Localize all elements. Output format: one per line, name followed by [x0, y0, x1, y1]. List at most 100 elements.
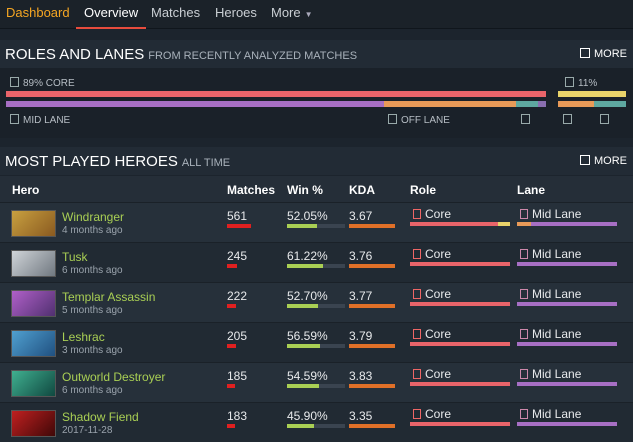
hero-lane-text: Mid Lane [532, 327, 582, 341]
lane-icon [600, 114, 609, 124]
safe-lane-icon [521, 114, 534, 126]
table-row[interactable]: Leshrac 3 months ago 205 56.59% 3.79 Cor… [0, 322, 633, 362]
role-bar [410, 302, 510, 306]
hero-lane-text: Mid Lane [532, 407, 582, 421]
mid-lane-icon [520, 369, 528, 379]
support-icon [565, 77, 574, 87]
matches-bar [227, 264, 237, 268]
hero-role: Core [413, 327, 451, 341]
hero-name[interactable]: Templar Assassin [62, 290, 155, 304]
lane-icon [521, 114, 530, 124]
lane-bar [517, 262, 617, 266]
winrate-bar [287, 384, 319, 388]
role-bar [410, 222, 510, 226]
roles-subtitle: FROM RECENTLY ANALYZED MATCHES [148, 50, 358, 62]
hero-matches: 245 [227, 249, 248, 263]
lane-bar [517, 422, 617, 426]
mid-lane-label: MID LANE [10, 114, 70, 126]
core-bar [6, 91, 546, 97]
mid-lane-icon [520, 329, 528, 339]
col-win[interactable]: Win % [287, 183, 323, 197]
hero-winrate: 52.05% [287, 209, 328, 223]
table-row[interactable]: Shadow Fiend 2017-11-28 183 45.90% 3.35 … [0, 402, 633, 442]
hero-portrait[interactable] [11, 210, 56, 237]
roles-more-button[interactable]: MORE [580, 48, 627, 60]
role-bar [410, 262, 510, 266]
tab-heroes[interactable]: Heroes [215, 0, 257, 27]
hero-kda: 3.83 [349, 369, 373, 383]
hero-last-played: 6 months ago [62, 265, 123, 276]
role-bar [410, 422, 510, 426]
more-icon [580, 48, 590, 58]
chevron-down-icon: ▼ [304, 10, 313, 19]
kda-bar [349, 344, 395, 348]
tab-more-label: More [271, 5, 301, 20]
hero-portrait[interactable] [11, 290, 56, 317]
support-label: 11% [565, 77, 597, 89]
core-icon [413, 329, 421, 339]
roles-more-label: MORE [594, 48, 627, 60]
hero-name[interactable]: Windranger [62, 210, 124, 224]
hero-matches: 561 [227, 209, 248, 223]
heroes-more-button[interactable]: MORE [580, 155, 627, 167]
hero-lane: Mid Lane [520, 207, 581, 221]
hero-portrait[interactable] [11, 410, 56, 437]
support-off-bar [558, 101, 594, 107]
lane-bar-off-tip [517, 222, 531, 226]
support-bar [558, 91, 626, 97]
tab-more[interactable]: More ▼ [271, 0, 313, 27]
hero-portrait[interactable] [11, 330, 56, 357]
col-lane[interactable]: Lane [517, 183, 545, 197]
matches-bar [227, 224, 251, 228]
more-icon [580, 155, 590, 165]
top-nav: Dashboard Overview Matches Heroes More ▼ [0, 0, 633, 29]
core-icon [413, 369, 421, 379]
hero-portrait[interactable] [11, 250, 56, 277]
hero-lane: Mid Lane [520, 407, 581, 421]
matches-bar [227, 304, 236, 308]
support-label-text: 11% [578, 78, 598, 89]
core-label-text: 89% CORE [23, 78, 75, 89]
table-row[interactable]: Tusk 6 months ago 245 61.22% 3.76 Core M… [0, 242, 633, 282]
col-hero[interactable]: Hero [12, 183, 39, 197]
hero-portrait[interactable] [11, 370, 56, 397]
hero-lane: Mid Lane [520, 367, 581, 381]
lane-bar [517, 382, 617, 386]
hero-kda: 3.79 [349, 329, 373, 343]
col-matches[interactable]: Matches [227, 183, 275, 197]
hero-last-played: 5 months ago [62, 305, 123, 316]
hero-name[interactable]: Leshrac [62, 330, 105, 344]
hero-role: Core [413, 247, 451, 261]
hero-winrate: 56.59% [287, 329, 328, 343]
nav-dashboard[interactable]: Dashboard [6, 0, 70, 27]
lane-bar [517, 342, 617, 346]
table-row[interactable]: Windranger 4 months ago 561 52.05% 3.67 … [0, 202, 633, 242]
col-role[interactable]: Role [410, 183, 436, 197]
hero-lane: Mid Lane [520, 287, 581, 301]
mid-lane-bar [6, 101, 384, 107]
kda-bar [349, 384, 395, 388]
support-lane-icon-2 [600, 114, 613, 126]
core-icon [413, 289, 421, 299]
winrate-bar-bg [317, 224, 345, 228]
matches-bar [227, 424, 235, 428]
support-lane-icon-1 [563, 114, 576, 126]
hero-name[interactable]: Outworld Destroyer [62, 370, 165, 384]
tab-overview[interactable]: Overview [76, 0, 147, 29]
table-row[interactable]: Outworld Destroyer 6 months ago 185 54.5… [0, 362, 633, 402]
hero-role-text: Core [425, 367, 452, 381]
heroes-subtitle: ALL TIME [181, 157, 231, 169]
matches-bar [227, 344, 236, 348]
table-row[interactable]: Templar Assassin 5 months ago 222 52.70%… [0, 282, 633, 322]
hero-lane-text: Mid Lane [532, 367, 582, 381]
hero-winrate: 52.70% [287, 289, 328, 303]
hero-role-text: Core [425, 327, 452, 341]
hero-name[interactable]: Shadow Fiend [62, 410, 139, 424]
mid-lane-icon [10, 114, 19, 124]
hero-winrate: 54.59% [287, 369, 328, 383]
col-kda[interactable]: KDA [349, 183, 375, 197]
tab-matches[interactable]: Matches [151, 0, 200, 27]
support-safe-bar [594, 101, 626, 107]
hero-name[interactable]: Tusk [62, 250, 88, 264]
hero-lane-text: Mid Lane [532, 247, 582, 261]
